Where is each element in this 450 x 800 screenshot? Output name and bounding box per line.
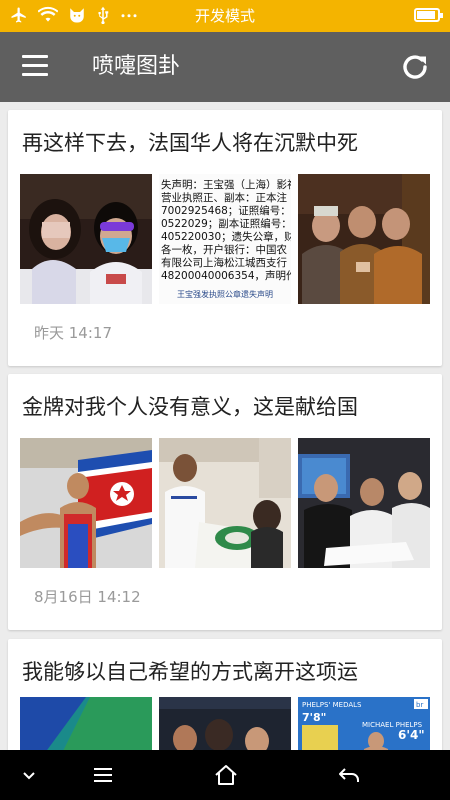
badge-label: br (416, 701, 423, 709)
dev-mode-label: 开发模式 (194, 7, 255, 25)
status-bar: 开发模式 (0, 0, 450, 32)
news-headline[interactable]: 金牌对我个人没有意义，这是献给国 (22, 392, 432, 422)
audience-thumbnail[interactable] (159, 697, 291, 750)
home-icon[interactable] (211, 760, 241, 790)
thumbnail-row: 失声明：王宝强（上海）影视文 营业执照正、副本：正本注 7002925468；证… (20, 174, 430, 304)
stadium-thumbnail[interactable] (20, 697, 152, 750)
thumbnail-caption: 王宝强发执照公章遗失声明 (177, 289, 273, 299)
hamburger-menu-icon[interactable] (22, 55, 48, 77)
news-headline[interactable]: 我能够以自己希望的方式离开这项运 (22, 657, 432, 687)
chevron-down-icon[interactable] (14, 760, 44, 790)
notice-thumbnail[interactable]: 失声明：王宝强（上海）影视文 营业执照正、副本：正本注 7002925468；证… (159, 174, 291, 304)
navigation-bar (0, 750, 450, 800)
news-feed[interactable]: 再这样下去，法国华人将在沉默中死 失声明：王宝强（上海）影 营业执照正、副本：正… (0, 102, 450, 750)
notice-line: 405220030；遗失公章，财 (161, 230, 291, 243)
news-card[interactable]: 金牌对我个人没有意义，这是献给国 8月16日 14:12 (8, 374, 442, 630)
news-headline[interactable]: 再这样下去，法国华人将在沉默中死 (22, 128, 432, 158)
wrestler-thumbnail[interactable] (20, 438, 152, 568)
refresh-icon[interactable] (398, 50, 432, 84)
height-label: 6'4" (398, 728, 425, 742)
news-card[interactable]: 我能够以自己希望的方式离开这项运 PHELPS' MEDALS 7'8" MIC… (8, 639, 442, 750)
notice-line: 7002925468；证照编号： (161, 204, 291, 217)
back-icon[interactable] (334, 760, 364, 790)
phelps-signing-thumbnail[interactable] (159, 438, 291, 568)
menu-lines-icon[interactable] (88, 760, 118, 790)
publish-time: 8月16日 14:12 (34, 588, 141, 606)
notice-line: 各一枚，开户银行：中国农 (161, 243, 287, 256)
height-label: 7'8" (302, 711, 326, 724)
selfie-thumbnail[interactable] (20, 174, 152, 304)
battery-icon (414, 8, 443, 22)
notice-line: 有限公司上海松江城西支行 (161, 256, 287, 269)
notice-line: 0522029；副本证照编号： (161, 217, 291, 230)
monks-thumbnail[interactable] (298, 174, 430, 304)
medals-label: PHELPS' MEDALS (302, 701, 362, 709)
publish-time: 昨天 14:17 (34, 324, 112, 342)
phelps-height-thumbnail[interactable]: PHELPS' MEDALS 7'8" MICHAEL PHELPS 6'4" … (298, 697, 430, 750)
notice-line: 48200040006354，声明作废 (161, 269, 291, 282)
app-title: 喷嚏图卦 (92, 54, 181, 79)
thumbnail-row (20, 438, 430, 568)
notice-line: 失声明：王宝强（上海）影视文 (161, 178, 291, 191)
app-bar: 喷嚏图卦 (0, 32, 450, 102)
news-card[interactable]: 再这样下去，法国华人将在沉默中死 失声明：王宝强（上海）影 营业执照正、副本：正… (8, 110, 442, 366)
thumbnail-row: PHELPS' MEDALS 7'8" MICHAEL PHELPS 6'4" … (20, 697, 430, 750)
crowd-thumbnail[interactable] (298, 438, 430, 568)
notice-line: 营业执照正、副本：正本注 (161, 191, 287, 204)
